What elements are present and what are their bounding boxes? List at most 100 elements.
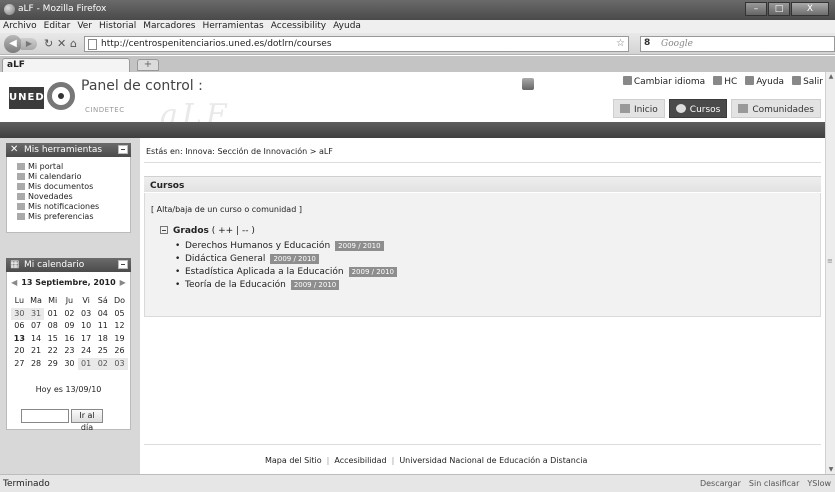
scroll-up-icon[interactable]: ▲ — [827, 73, 835, 80]
calendar-day[interactable]: 23 — [61, 345, 78, 358]
calendar-day[interactable]: 20 — [11, 345, 28, 358]
course-link[interactable]: Teoría de la Educación — [185, 280, 286, 290]
prev-month-icon[interactable]: ◀ — [7, 278, 21, 287]
calendar-day[interactable]: 10 — [78, 320, 95, 333]
vertical-scrollbar[interactable]: ▲ ≡ ▼ — [825, 72, 835, 474]
sidebar-item-mi-portal[interactable]: Mi portal — [17, 162, 130, 172]
classification-addon[interactable]: Sin clasificar — [749, 479, 799, 488]
uned-logo[interactable]: UNED — [9, 87, 44, 109]
course-link[interactable]: Didáctica General — [185, 254, 265, 264]
university-link[interactable]: Universidad Nacional de Educación a Dist… — [399, 456, 587, 465]
logout-link[interactable]: Salir — [792, 76, 823, 87]
menu-marcadores[interactable]: Marcadores — [140, 20, 199, 33]
calendar-day[interactable]: 15 — [44, 333, 61, 346]
help-link[interactable]: Ayuda — [745, 76, 784, 87]
calendar-day[interactable]: 09 — [61, 320, 78, 333]
calendar-day[interactable]: 29 — [44, 358, 61, 371]
calendar-day[interactable]: 18 — [94, 333, 111, 346]
collapse-icon[interactable] — [118, 145, 128, 154]
menu-ayuda[interactable]: Ayuda — [330, 20, 365, 33]
calendar-day[interactable]: 01 — [44, 308, 61, 321]
calendar-day[interactable]: 03 — [111, 357, 128, 370]
calendar-day[interactable]: 11 — [94, 320, 111, 333]
accessibility-link[interactable]: Accesibilidad — [334, 456, 386, 465]
calendar-day[interactable]: 06 — [11, 320, 28, 333]
date-input[interactable] — [21, 409, 69, 423]
tab-inicio[interactable]: Inicio — [612, 99, 665, 118]
calendar-day[interactable]: 04 — [94, 308, 111, 321]
menu-historial[interactable]: Historial — [96, 20, 140, 33]
calendar-day[interactable]: 30 — [11, 307, 28, 320]
tools-icon[interactable] — [522, 78, 534, 90]
calendar-day[interactable]: 25 — [94, 345, 111, 358]
reload-icon[interactable]: ↻ — [44, 37, 53, 50]
alta-baja-link[interactable]: [ Alta/baja de un curso o comunidad ] — [151, 205, 302, 214]
back-icon[interactable]: ◀ — [4, 35, 22, 53]
sidebar-item-mi-calendario[interactable]: Mi calendario — [17, 172, 130, 182]
course-link[interactable]: Estadística Aplicada a la Educación — [185, 267, 344, 277]
stop-icon[interactable]: ✕ — [57, 37, 66, 50]
calendar-day[interactable]: 22 — [44, 345, 61, 358]
menu-herramientas[interactable]: Herramientas — [199, 20, 267, 33]
group-expand-controls[interactable]: ( ++ | -- ) — [212, 226, 255, 236]
url-bar[interactable]: http://centrospenitenciarios.uned.es/dot… — [84, 36, 629, 52]
sitemap-link[interactable]: Mapa del Sitio — [265, 456, 322, 465]
maximize-button[interactable]: □ — [768, 2, 790, 16]
forward-icon[interactable]: ▶ — [21, 38, 37, 50]
calendar-day[interactable]: 26 — [111, 345, 128, 358]
tab-comunidades[interactable]: Comunidades — [731, 99, 821, 118]
menu-archivo[interactable]: Archivo — [0, 20, 41, 33]
calendar-day[interactable]: 12 — [111, 320, 128, 333]
calendar-day[interactable]: 17 — [78, 333, 95, 346]
calendar-day[interactable]: 02 — [94, 357, 112, 370]
tab-alf[interactable]: aLF — [2, 58, 130, 72]
course-link[interactable]: Derechos Humanos y Educación — [185, 241, 330, 251]
calendar-day[interactable]: 19 — [111, 333, 128, 346]
menu-editar[interactable]: Editar — [41, 20, 75, 33]
calendar-day[interactable]: 01 — [77, 357, 95, 370]
minimize-button[interactable]: – — [745, 2, 767, 16]
hc-link[interactable]: HC — [713, 76, 737, 87]
sidebar-item-mis-documentos[interactable]: Mis documentos — [17, 182, 130, 192]
calendar-day[interactable]: 16 — [61, 333, 78, 346]
go-to-day-button[interactable]: Ir al día — [71, 409, 103, 432]
search-bar[interactable]: 8 Google — [640, 36, 835, 52]
tab-cursos[interactable]: Cursos — [668, 99, 728, 118]
download-addon[interactable]: Descargar — [700, 479, 741, 488]
calendar-day-today[interactable]: 13 — [11, 333, 28, 346]
sidebar-item-novedades[interactable]: Novedades — [17, 192, 130, 202]
calendar-day[interactable]: 27 — [11, 358, 28, 371]
home-icon[interactable]: ⌂ — [70, 37, 77, 50]
menu-ver[interactable]: Ver — [74, 20, 96, 33]
calendar-day[interactable]: 03 — [78, 308, 95, 321]
menu-accessibility[interactable]: Accessibility — [268, 20, 330, 33]
calendar-day[interactable]: 05 — [111, 308, 128, 321]
scroll-down-icon[interactable]: ▼ — [827, 466, 835, 473]
yslow-addon[interactable]: YSlow — [807, 479, 831, 488]
calendar-day[interactable]: 24 — [78, 345, 95, 358]
uned-logo-emblem — [47, 82, 75, 110]
collapse-toggle-icon[interactable] — [160, 226, 168, 234]
calendar-day[interactable]: 02 — [61, 308, 78, 321]
calendar-day[interactable]: 31 — [27, 307, 45, 320]
calendar-day[interactable]: 28 — [28, 358, 45, 371]
search-engine-icon[interactable]: 8 — [644, 38, 650, 48]
sidebar-item-mis-notificaciones[interactable]: Mis notificaciones — [17, 202, 130, 212]
calendar-day[interactable]: 07 — [28, 320, 45, 333]
sidebar-item-mis-preferencias[interactable]: Mis preferencias — [17, 212, 130, 222]
url-text[interactable]: http://centrospenitenciarios.uned.es/dot… — [101, 39, 332, 49]
collapse-icon[interactable] — [118, 260, 128, 269]
bookmark-star-icon[interactable]: ☆ — [616, 38, 625, 49]
new-tab-button[interactable]: + — [137, 59, 159, 71]
close-button[interactable]: X — [791, 2, 829, 16]
next-month-icon[interactable]: ▶ — [116, 278, 130, 287]
navigation-toolbar: ◀ ▶ ↻ ✕ ⌂ http://centrospenitenciarios.u… — [0, 33, 835, 55]
scroll-grip-icon[interactable]: ≡ — [827, 257, 835, 271]
change-language-link[interactable]: Cambiar idioma — [622, 76, 705, 87]
calendar-day[interactable]: 30 — [61, 358, 78, 371]
calendar-day[interactable]: 08 — [44, 320, 61, 333]
search-input[interactable]: Google — [661, 39, 693, 49]
calendar-day[interactable]: 21 — [28, 345, 45, 358]
breadcrumb[interactable]: Estás en: Innova: Sección de Innovación … — [146, 147, 333, 156]
calendar-day[interactable]: 14 — [28, 333, 45, 346]
